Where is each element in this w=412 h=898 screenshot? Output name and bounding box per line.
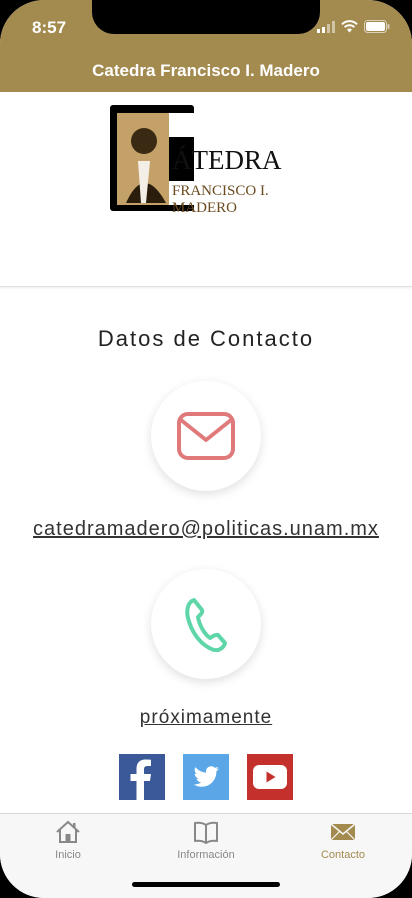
signal-icon [317, 20, 335, 38]
tab-informacion[interactable]: Información [146, 820, 266, 861]
twitter-icon [193, 766, 219, 787]
home-indicator[interactable] [132, 882, 280, 887]
app-screen: 8:57 Catedra Francisco I. Madero ÁTEDRA … [0, 0, 412, 898]
app-header: 8:57 Catedra Francisco I. Madero [0, 0, 412, 92]
youtube-icon [253, 765, 287, 789]
envelope-icon [330, 823, 356, 841]
battery-icon [364, 20, 390, 38]
facebook-icon [130, 759, 151, 800]
youtube-button[interactable] [247, 754, 293, 800]
email-button[interactable] [151, 381, 261, 491]
book-icon [194, 821, 218, 844]
status-time: 8:57 [32, 18, 67, 37]
facebook-button[interactable] [119, 754, 165, 800]
wifi-icon [341, 20, 358, 38]
logo-line2: FRANCISCO I. MADERO [172, 183, 269, 216]
tab-contacto-label: Contacto [320, 849, 366, 861]
status-icons [317, 20, 390, 38]
section-title: Datos de Contacto [97, 326, 315, 351]
catedra-logo: ÁTEDRA FRANCISCO I. MADERO [108, 103, 308, 216]
page-title: Catedra Francisco I. Madero [92, 61, 320, 80]
phone-link[interactable]: próximamente [0, 707, 412, 729]
tab-informacion-label: Información [177, 849, 235, 861]
phone-button[interactable] [151, 569, 261, 679]
tab-inicio-label: Inicio [55, 849, 81, 861]
phone-icon [185, 598, 227, 652]
tab-inicio[interactable]: Inicio [8, 820, 128, 861]
tab-contacto[interactable]: Contacto [283, 820, 403, 861]
logo-line1: ÁTEDRA [172, 145, 282, 175]
home-icon [56, 820, 80, 843]
twitter-button[interactable] [183, 754, 229, 800]
mail-icon [177, 412, 235, 460]
device-notch [92, 0, 320, 34]
email-link[interactable]: catedramadero@politicas.unam.mx [0, 518, 412, 541]
